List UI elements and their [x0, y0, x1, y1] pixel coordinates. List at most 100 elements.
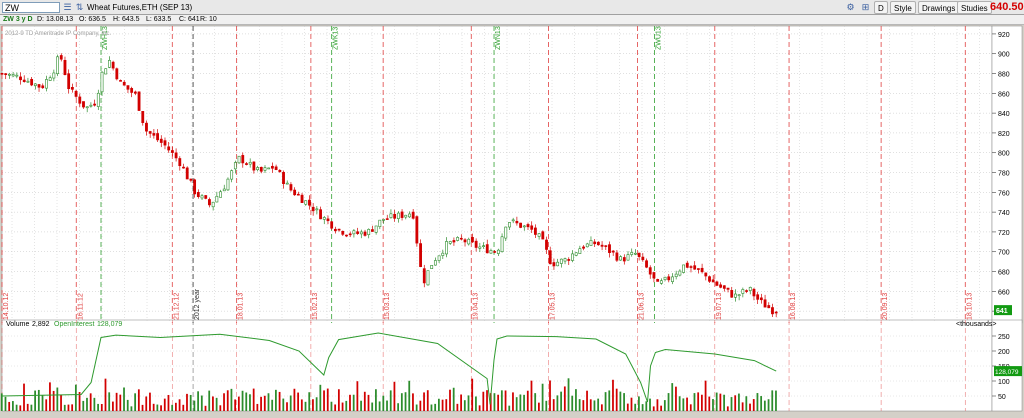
price-tick-label: 840 — [998, 111, 1010, 118]
volume-bar — [400, 393, 403, 411]
symbol-input[interactable] — [2, 2, 60, 13]
candle-body — [474, 240, 478, 248]
candle-body — [267, 167, 271, 170]
candle — [204, 195, 208, 200]
volume-bar — [604, 392, 607, 411]
volume-bar — [263, 395, 266, 411]
volume-bar — [704, 380, 707, 411]
candle-body — [108, 60, 111, 68]
volume-bar — [578, 399, 581, 411]
volume-bar — [682, 398, 685, 411]
candle-body — [96, 92, 100, 107]
candle-body — [278, 170, 282, 172]
volume-unit-label: <thousands> — [956, 321, 996, 328]
price-badge-label: 641 — [996, 308, 1008, 315]
candle-body — [41, 85, 45, 89]
candle-body — [19, 76, 22, 81]
settings-icon[interactable]: ⚙ — [845, 2, 856, 13]
volume-bar — [97, 403, 99, 411]
candle-body — [219, 191, 222, 198]
volume-bar — [186, 393, 188, 411]
volume-bar — [200, 395, 203, 411]
volume-bar — [67, 404, 70, 411]
volume-bar — [182, 404, 185, 411]
volume-bar — [582, 400, 585, 411]
price-tick-label: 800 — [998, 151, 1010, 158]
date-marker-label: 16.11.12 — [77, 293, 84, 320]
candle-body — [467, 238, 471, 245]
volume-bar — [160, 405, 162, 411]
candle-body — [196, 192, 200, 197]
candle-body — [4, 73, 8, 76]
chart-svg[interactable]: 6406606807007207407607808008208408608809… — [0, 25, 1024, 415]
volume-bar — [623, 393, 625, 411]
volume-bar — [141, 404, 144, 411]
symbol-lookup-icon[interactable]: ☰ — [62, 2, 73, 13]
candle-body — [771, 307, 774, 315]
price-panel — [1, 25, 993, 324]
volume-bar — [152, 403, 155, 411]
candle-body — [500, 236, 504, 253]
volume-bar — [589, 399, 592, 411]
candle-body — [726, 287, 730, 290]
volume-bar — [600, 404, 603, 411]
d-button[interactable]: D — [874, 1, 888, 14]
volume-bar — [134, 393, 137, 411]
volume-bar — [286, 402, 288, 411]
volume-bar — [330, 401, 333, 411]
candle — [415, 215, 419, 247]
volume-bar — [171, 404, 174, 411]
volume-bar — [378, 401, 381, 411]
candle-body — [619, 256, 623, 261]
candle-body — [182, 166, 185, 169]
candle-body — [689, 266, 693, 268]
candle — [682, 264, 685, 274]
price-tick-label: 880 — [998, 72, 1010, 79]
volume-bar — [626, 403, 629, 411]
candle-body — [185, 167, 189, 180]
volume-bar — [552, 399, 555, 411]
candle-body — [582, 246, 585, 249]
style-button[interactable]: Style — [890, 1, 916, 14]
candle-body — [604, 245, 608, 247]
volume-bar — [193, 400, 196, 411]
candle-body — [82, 101, 85, 108]
volume-bar — [567, 378, 570, 411]
volume-bar — [52, 390, 55, 411]
candle-body — [226, 178, 230, 191]
volume-bar — [282, 398, 285, 411]
volume-bar — [726, 406, 729, 411]
volume-bar — [226, 390, 229, 411]
candle-body — [356, 231, 360, 234]
candle-body — [8, 73, 11, 76]
drawings-button[interactable]: Drawings — [918, 1, 960, 14]
volume-bar — [530, 380, 533, 411]
studies-button[interactable]: Studies — [957, 1, 992, 14]
candle-body — [345, 234, 348, 237]
volume-bar — [371, 402, 374, 411]
candle-body — [493, 251, 497, 253]
volume-bar — [278, 391, 281, 411]
candle-body — [89, 104, 93, 107]
period-label[interactable]: ZW 3 y D — [3, 16, 33, 24]
candle-body — [711, 279, 715, 283]
chart-area[interactable]: 6406606807007207407607808008208408608809… — [0, 25, 1024, 415]
candle-body — [634, 252, 637, 255]
volume-bar — [8, 401, 11, 411]
candle-body — [759, 297, 763, 301]
expand-icon[interactable]: ⊞ — [860, 2, 871, 13]
candle — [115, 67, 119, 81]
candle-body — [608, 244, 611, 253]
candle-body — [452, 240, 456, 243]
candle-body — [482, 245, 485, 248]
volume-bar — [212, 396, 214, 411]
candle-body — [685, 262, 689, 268]
candle-body — [674, 273, 678, 277]
link-icon[interactable]: ⇅ — [74, 2, 85, 13]
open-interest-value: 128,079 — [97, 321, 122, 328]
volume-bar — [130, 406, 133, 411]
candle-body — [389, 213, 393, 218]
volume-bar — [241, 390, 244, 411]
candle-body — [411, 211, 415, 219]
volume-bar — [93, 397, 96, 411]
